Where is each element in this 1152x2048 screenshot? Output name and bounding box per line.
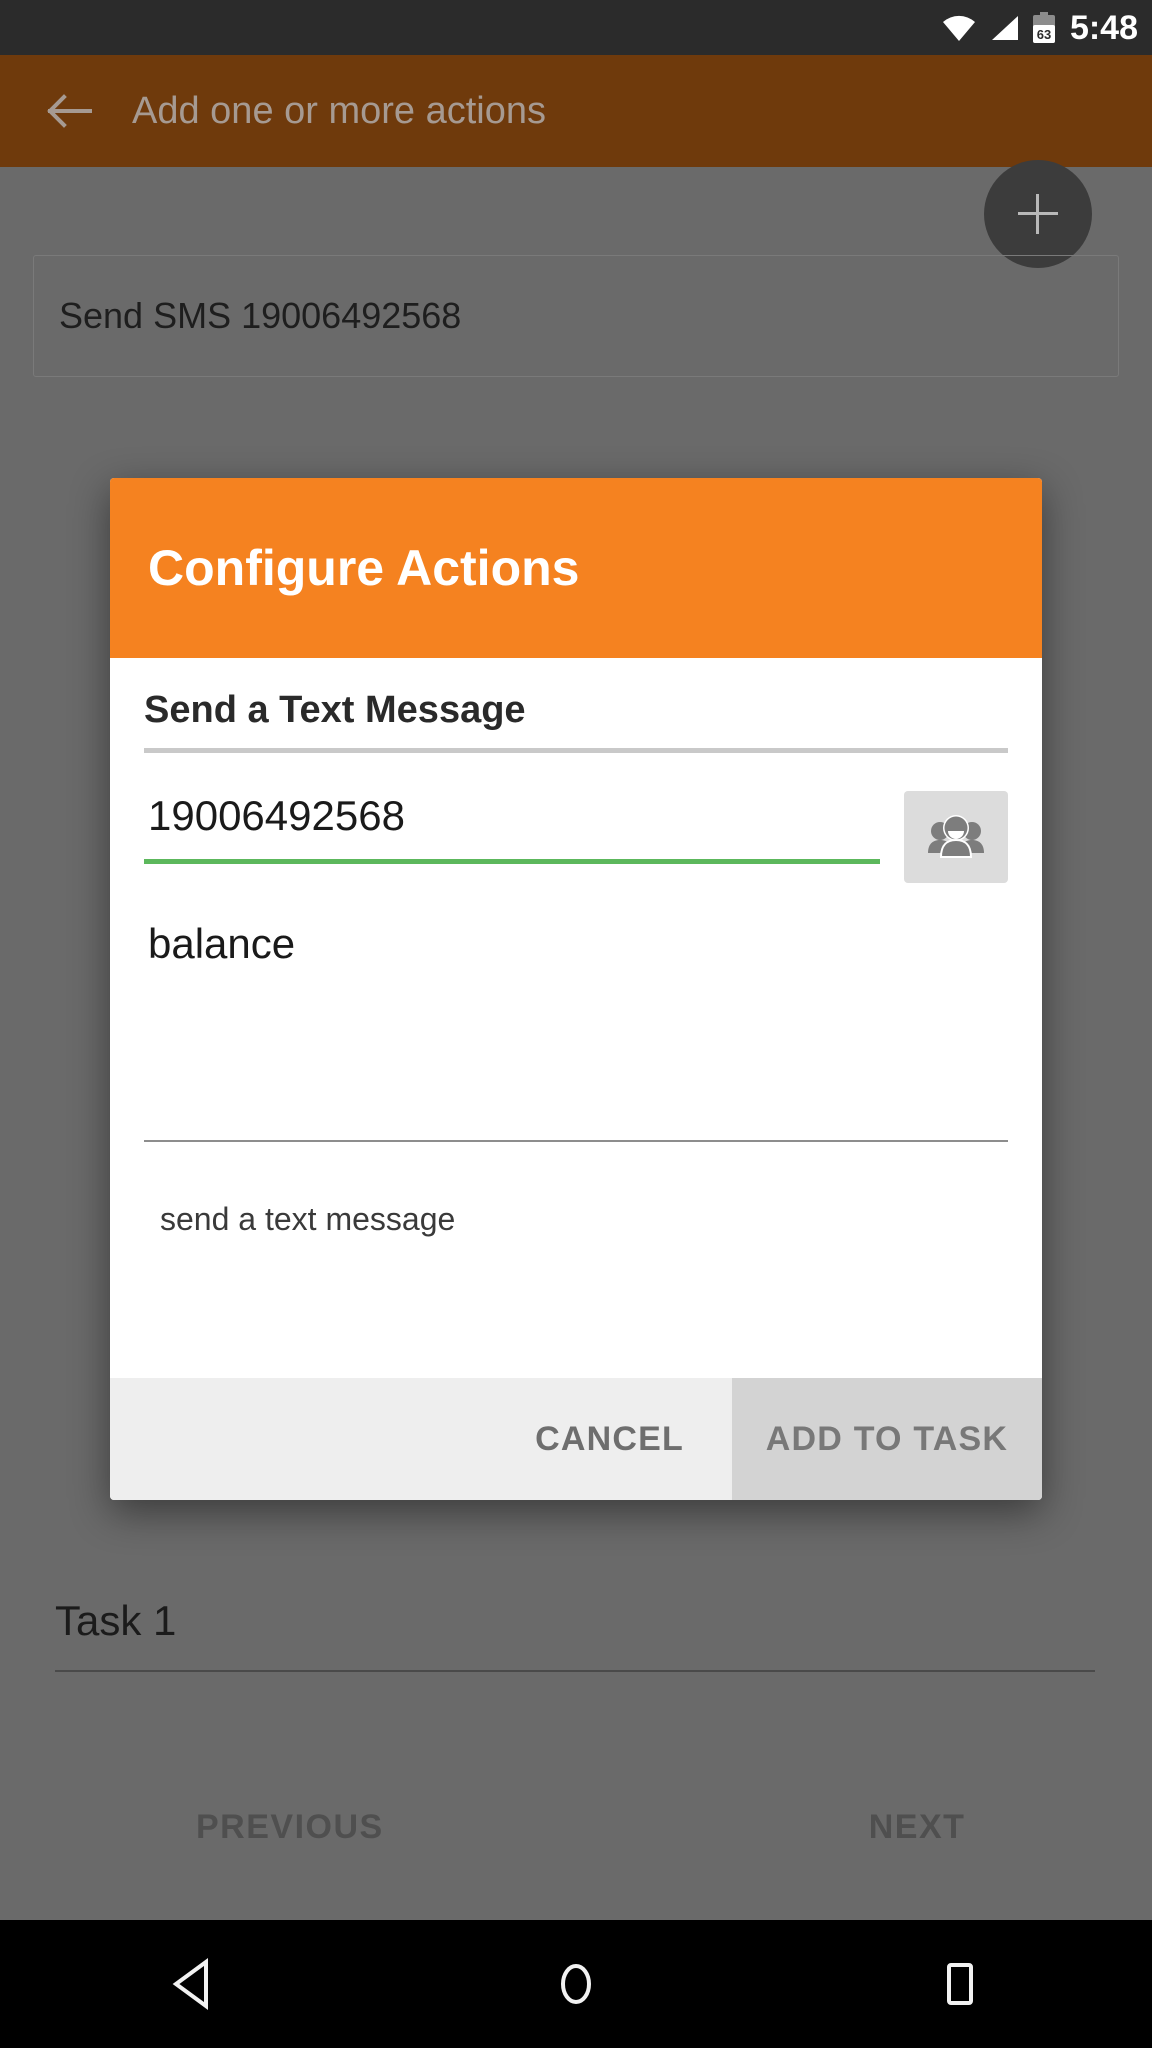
recipient-input[interactable]: 19006492568	[144, 791, 880, 864]
section-divider	[144, 747, 1008, 753]
section-heading: Send a Text Message	[144, 689, 526, 731]
configure-actions-dialog: Configure Actions Send a Text Message 19…	[110, 478, 1042, 1500]
android-nav-bar	[0, 1920, 1152, 2048]
nav-back-triangle-icon[interactable]	[170, 1958, 214, 2010]
recipient-value: 19006492568	[148, 791, 405, 839]
cancel-button[interactable]: CANCEL	[487, 1378, 732, 1500]
recipient-row: 19006492568	[144, 790, 1008, 883]
contacts-picker-button[interactable]	[904, 790, 1008, 883]
message-value: balance	[148, 919, 296, 967]
dialog-footer: CANCEL ADD TO TASK	[110, 1378, 1042, 1500]
action-hint-label: send a text message	[160, 1200, 456, 1237]
contacts-people-icon	[926, 814, 986, 859]
nav-home-circle-icon[interactable]	[554, 1958, 598, 2010]
dialog-title: Configure Actions	[148, 540, 580, 596]
phone-screen: 63 5:48 Add one or more actions Send SMS…	[0, 0, 1152, 2048]
dialog-header: Configure Actions	[110, 478, 1042, 658]
nav-recents-square-icon[interactable]	[938, 1958, 982, 2010]
add-to-task-button[interactable]: ADD TO TASK	[732, 1378, 1042, 1500]
dialog-body: Send a Text Message 19006492568 balance …	[110, 658, 1042, 1378]
message-underline	[144, 1139, 1008, 1142]
recipient-focus-underline	[144, 858, 880, 864]
message-input[interactable]: balance	[144, 919, 1008, 1153]
